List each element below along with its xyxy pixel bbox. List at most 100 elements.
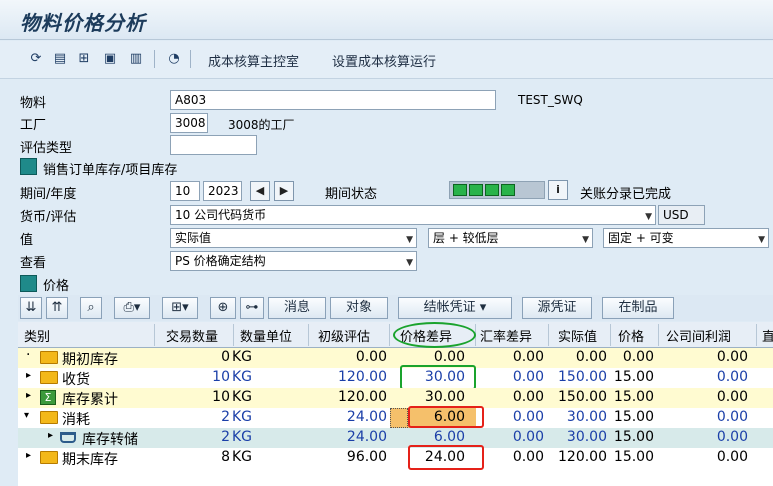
unit-cell: KG <box>232 349 253 365</box>
price-diff-cell: 30.00 <box>424 389 465 405</box>
category-cell: 期初库存 <box>62 352 118 368</box>
table-icon[interactable]: ▤ <box>52 51 68 67</box>
period-status-label: 期间状态 <box>325 187 378 202</box>
header-qty[interactable]: 交易数量 <box>166 326 218 345</box>
info-icon[interactable]: ◔ <box>166 51 182 67</box>
info-button[interactable]: i <box>548 180 568 200</box>
unit-cell: KG <box>232 389 253 405</box>
price-cell: 15.00 <box>613 449 654 465</box>
currency-dropdown[interactable]: 10 公司代码货币 <box>170 205 656 225</box>
collapse-all-icon[interactable]: ⇈ <box>46 297 68 319</box>
fx-diff-cell: 0.00 <box>512 369 544 385</box>
view-dropdown[interactable]: PS 价格确定结构 <box>170 251 417 271</box>
table-row[interactable]: ▸ Σ 库存累计 10 KG 120.00 30.00 0.00 150.00 … <box>18 388 773 408</box>
wip-button[interactable]: 在制品 <box>602 297 674 319</box>
collapse-section-icon[interactable] <box>20 275 37 292</box>
source-doc-label: 源凭证 <box>537 300 577 315</box>
fx-diff-cell: 0.00 <box>512 429 544 445</box>
layout-icon[interactable]: ▣ <box>102 51 118 67</box>
header-separator <box>658 324 659 346</box>
folder-icon <box>40 351 58 364</box>
header-separator <box>308 324 309 346</box>
header-direct[interactable]: 直 <box>762 326 773 345</box>
table-row[interactable]: · 期初库存 0 KG 0.00 0.00 0.00 0.00 0.00 0.0… <box>18 347 773 368</box>
actual-cell: 150.00 <box>558 389 607 405</box>
expand-arrow-icon[interactable]: ▸ <box>26 450 31 461</box>
valuation-type-field[interactable] <box>170 135 257 155</box>
refresh-icon[interactable]: ⟳ <box>28 51 44 67</box>
header-separator <box>610 324 611 346</box>
layer-dropdown[interactable]: 层 + 较低层 <box>428 228 593 248</box>
status-light <box>453 184 467 196</box>
price-cell: 0.00 <box>622 349 654 365</box>
qty-cell: 10 <box>212 369 230 385</box>
header-primary[interactable]: 初级评估 <box>318 326 370 345</box>
transfer-icon <box>60 432 76 443</box>
header-separator <box>548 324 549 346</box>
fx-diff-cell: 0.00 <box>512 389 544 405</box>
status-light <box>485 184 499 196</box>
zoom-icon[interactable]: ⊕ <box>210 297 236 319</box>
qty-cell: 0 <box>221 349 230 365</box>
next-period-button[interactable]: ▶ <box>274 181 294 201</box>
expand-arrow-icon[interactable]: ▸ <box>26 390 31 401</box>
previous-period-button[interactable]: ◀ <box>250 181 270 201</box>
window-title: 物料价格分析 <box>20 11 146 35</box>
header-actual[interactable]: 实际值 <box>558 326 597 345</box>
grid-layout-icon[interactable]: ⊞▾ <box>162 297 198 319</box>
price-diff-ending-highlight <box>408 445 484 470</box>
objects-button[interactable]: 对象 <box>330 297 388 319</box>
header-unit[interactable]: 数量单位 <box>240 326 292 345</box>
expand-section-icon[interactable] <box>20 158 37 175</box>
price-cell: 15.00 <box>613 429 654 445</box>
period-field[interactable]: 10 <box>170 181 200 201</box>
messages-button[interactable]: 消息 <box>268 297 326 319</box>
set-costing-run-button[interactable]: 设置成本核算运行 <box>332 51 436 70</box>
ic-profit-cell: 0.00 <box>716 449 748 465</box>
price-cell: 15.00 <box>613 409 654 425</box>
settlement-doc-button[interactable]: 结帐凭证 ▾ <box>398 297 512 319</box>
sales-order-stock-label: 销售订单库存/项目库存 <box>43 163 178 178</box>
year-field[interactable]: 2023 <box>203 181 242 201</box>
period-status-text: 关账分录已完成 <box>580 187 672 202</box>
header-category[interactable]: 类别 <box>24 326 50 345</box>
category-cell: 期末库存 <box>62 452 118 468</box>
wip-label: 在制品 <box>618 300 658 315</box>
unit-cell: KG <box>232 409 253 425</box>
table-row[interactable]: ▾ 消耗 2 KG 24.00 6.00 0.00 30.00 15.00 0.… <box>18 408 773 428</box>
settlement-doc-label: 结帐凭证 <box>423 300 476 315</box>
table-row[interactable]: ▸ 库存转储 2 KG 24.00 6.00 0.00 30.00 15.00 … <box>18 428 773 448</box>
currency-code-field: USD <box>658 205 705 225</box>
hierarchy-icon[interactable]: ⊞ <box>76 51 92 67</box>
material-field[interactable]: A803 <box>170 90 496 110</box>
ic-profit-cell: 0.00 <box>716 429 748 445</box>
plant-field[interactable]: 3008 <box>170 113 208 133</box>
material-label: 物料 <box>20 96 47 111</box>
hierarchy-tree-icon[interactable]: ⊶ <box>240 297 264 319</box>
header-price[interactable]: 价格 <box>618 326 644 345</box>
source-doc-button[interactable]: 源凭证 <box>522 297 592 319</box>
category-cell: 收货 <box>62 372 90 388</box>
columns-icon[interactable]: ▥ <box>128 51 144 67</box>
price-diff-header-highlight <box>393 322 476 348</box>
price-cell: 15.00 <box>613 389 654 405</box>
collapse-arrow-icon[interactable]: ▾ <box>24 410 29 421</box>
header-ic-profit[interactable]: 公司间利润 <box>666 326 731 345</box>
table-row[interactable]: ▸ 收货 10 KG 120.00 30.00 0.00 150.00 15.0… <box>18 368 773 388</box>
print-icon[interactable]: ⎙▾ <box>114 297 150 319</box>
expand-all-icon[interactable]: ⇊ <box>20 297 42 319</box>
fixed-variable-dropdown[interactable]: 固定 + 可变 <box>603 228 769 248</box>
qty-cell: 2 <box>221 409 230 425</box>
expand-arrow-icon[interactable]: ▸ <box>48 430 53 441</box>
primary-cell: 96.00 <box>346 449 387 465</box>
category-cell: 库存累计 <box>62 392 118 408</box>
value-dropdown[interactable]: 实际值 <box>170 228 417 248</box>
unit-cell: KG <box>232 369 253 385</box>
ic-profit-cell: 0.00 <box>716 389 748 405</box>
header-fx-diff[interactable]: 汇率差异 <box>480 326 532 345</box>
primary-cell: 24.00 <box>346 429 387 445</box>
find-icon[interactable]: ⌕ <box>80 297 102 319</box>
expand-arrow-icon[interactable]: ▸ <box>26 370 31 381</box>
cost-cockpit-button[interactable]: 成本核算主控室 <box>208 51 299 70</box>
table-row[interactable]: ▸ 期末库存 8 KG 96.00 24.00 0.00 120.00 15.0… <box>18 448 773 468</box>
